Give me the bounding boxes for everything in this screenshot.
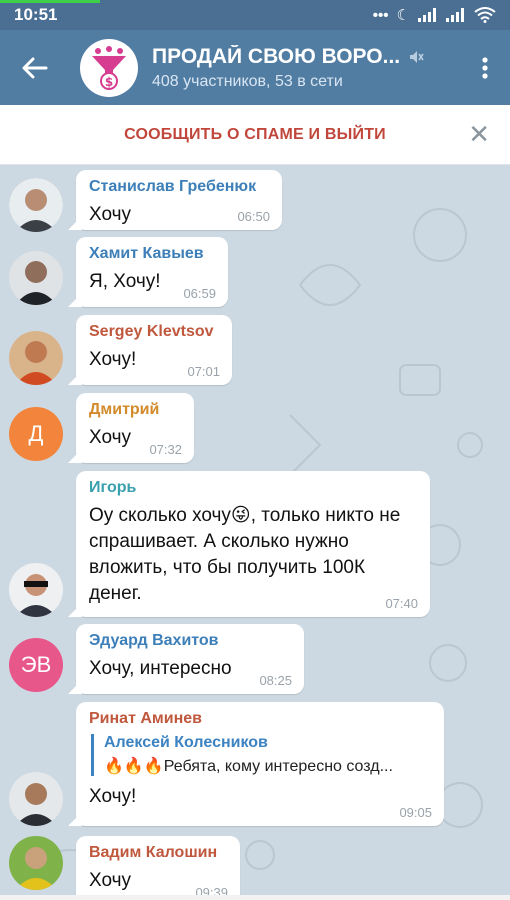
reply-quote[interactable]: Алексей Колесников 🔥🔥🔥Ребята, кому интер… (91, 734, 432, 776)
person-icon (9, 331, 63, 385)
message-time: 06:50 (237, 209, 270, 224)
sender-name[interactable]: Ринат Аминев (89, 710, 432, 728)
message-bubble[interactable]: Игорь Оу сколько хочу😜, только никто не … (76, 471, 430, 617)
wifi-icon (474, 7, 496, 23)
loading-progress (0, 0, 100, 3)
message-time: 09:39 (195, 885, 228, 895)
person-icon (9, 772, 63, 826)
message[interactable]: Вадим Калошин Хочу 09:39 (0, 836, 510, 895)
back-button[interactable] (0, 30, 70, 105)
sender-name[interactable]: Дмитрий (89, 401, 182, 419)
message-bubble[interactable]: Дмитрий Хочу 07:32 (76, 393, 194, 463)
message-time: 09:05 (399, 805, 432, 820)
message-bubble[interactable]: Станислав Гребенюк Хочу 06:50 (76, 170, 282, 230)
message-bubble[interactable]: Ринат Аминев Алексей Колесников 🔥🔥🔥Ребят… (76, 702, 444, 826)
person-icon (9, 563, 63, 617)
message-bubble[interactable]: Вадим Калошин Хочу 09:39 (76, 836, 240, 895)
message[interactable]: Игорь Оу сколько хочу😜, только никто не … (0, 471, 510, 619)
reply-text: 🔥🔥🔥Ребята, кому интересно созд... (104, 758, 393, 775)
chat-title-block[interactable]: ПРОДАЙ СВОЮ ВОРО... 408 участников, 53 в… (152, 45, 460, 91)
chat-header: $ ПРОДАЙ СВОЮ ВОРО... 408 участников, 53… (0, 30, 510, 105)
avatar[interactable] (9, 772, 63, 826)
sender-name[interactable]: Sergey Klevtsov (89, 323, 220, 341)
message[interactable]: Станислав Гребенюк Хочу 06:50 (0, 170, 510, 232)
avatar-initials: ЭВ (20, 652, 52, 677)
message-list[interactable]: Станислав Гребенюк Хочу 06:50 Хамит Кавы… (0, 165, 510, 895)
message-time: 07:32 (149, 442, 182, 457)
sender-name[interactable]: Игорь (89, 479, 418, 497)
message-text: Хочу! (89, 786, 137, 807)
message[interactable]: ЭВ Эдуард Вахитов Хочу, интересно 08:25 (0, 624, 510, 696)
chat-subtitle: 408 участников, 53 в сети (152, 72, 343, 90)
funnel-dollar-icon: $ (92, 45, 126, 90)
close-icon[interactable]: ✕ (468, 119, 490, 150)
bottom-edge (0, 895, 510, 900)
avatar[interactable] (9, 178, 63, 232)
message-time: 07:01 (187, 364, 220, 379)
avatar[interactable]: Д (9, 407, 63, 461)
message[interactable]: Д Дмитрий Хочу 07:32 (0, 393, 510, 465)
status-bar: 10:51 ••• ☾ (0, 0, 510, 30)
sender-name[interactable]: Станислав Гребенюк (89, 178, 270, 196)
message-text: Оу сколько хочу😜, только никто не спраши… (89, 505, 401, 604)
message-time: 06:59 (183, 286, 216, 301)
arrow-left-icon (22, 57, 48, 78)
status-icons: ••• ☾ (373, 6, 496, 24)
dots-icon: ••• (372, 6, 389, 24)
sender-name[interactable]: Хамит Кавыев (89, 245, 216, 263)
message-bubble[interactable]: Sergey Klevtsov Хочу! 07:01 (76, 315, 232, 385)
person-icon (9, 251, 63, 305)
reply-sender: Алексей Колесников (104, 734, 268, 751)
avatar[interactable] (9, 331, 63, 385)
avatar[interactable] (9, 836, 63, 890)
chat-title: ПРОДАЙ СВОЮ ВОРО... (152, 44, 401, 68)
message-time: 07:40 (385, 596, 418, 611)
avatar[interactable] (9, 251, 63, 305)
message[interactable]: Хамит Кавыев Я, Хочу! 06:59 (0, 237, 510, 309)
avatar[interactable] (9, 563, 63, 617)
menu-button[interactable] (460, 30, 510, 105)
sender-name[interactable]: Эдуард Вахитов (89, 632, 292, 650)
avatar-initials: Д (28, 421, 44, 446)
message-time: 08:25 (259, 673, 292, 688)
sender-name[interactable]: Вадим Калошин (89, 844, 228, 862)
person-icon (9, 178, 63, 232)
message-bubble[interactable]: Хамит Кавыев Я, Хочу! 06:59 (76, 237, 228, 307)
moon-icon: ☾ (396, 7, 410, 24)
spam-bar: СООБЩИТЬ О СПАМЕ И ВЫЙТИ ✕ (0, 105, 510, 165)
signal-icon (418, 8, 436, 22)
message[interactable]: Ринат Аминев Алексей Колесников 🔥🔥🔥Ребят… (0, 702, 510, 830)
message-bubble[interactable]: Эдуард Вахитов Хочу, интересно 08:25 (76, 624, 304, 694)
person-icon (9, 836, 63, 890)
svg-text:$: $ (105, 75, 113, 89)
more-vertical-icon (482, 56, 488, 79)
message[interactable]: Sergey Klevtsov Хочу! 07:01 (0, 315, 510, 387)
avatar[interactable]: ЭВ (9, 638, 63, 692)
status-time: 10:51 (14, 5, 58, 24)
muted-speaker-icon (410, 50, 424, 63)
signal-icon (446, 8, 464, 22)
group-avatar[interactable]: $ (80, 38, 138, 97)
report-spam-button[interactable]: СООБЩИТЬ О СПАМЕ И ВЫЙТИ (124, 126, 386, 144)
